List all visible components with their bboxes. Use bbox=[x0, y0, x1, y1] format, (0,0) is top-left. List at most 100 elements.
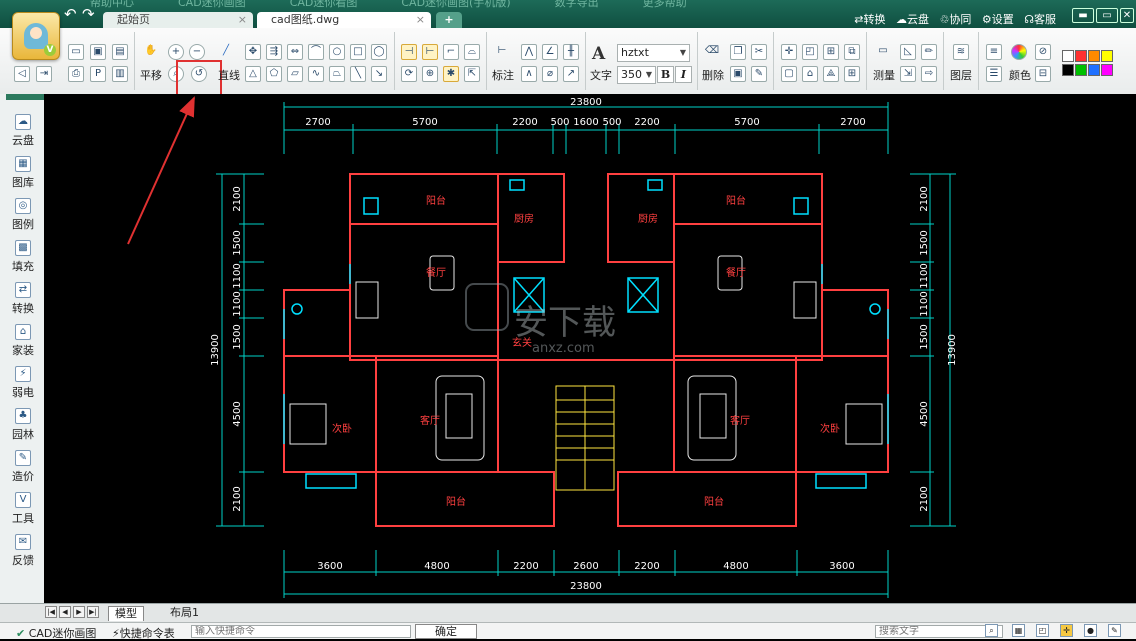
font-size-select[interactable]: 350 ▼ bbox=[617, 66, 656, 84]
mirror-array-icon[interactable]: ⟁ bbox=[823, 66, 839, 82]
sidebar-item-cloud[interactable]: ☁ 云盘 bbox=[5, 114, 41, 148]
sidebar-item-garden[interactable]: ♣ 园林 bbox=[5, 408, 41, 442]
color-swatch-white[interactable] bbox=[1062, 50, 1074, 62]
minimize-button[interactable]: ▬ bbox=[1072, 8, 1094, 23]
match-prop-icon[interactable]: ✎ bbox=[751, 66, 767, 82]
prev-page-icon[interactable]: ◀ bbox=[59, 606, 71, 618]
save-icon[interactable]: ▣ bbox=[90, 44, 106, 60]
zoom-in-icon[interactable]: + bbox=[168, 44, 184, 60]
sidebar-item-gallery[interactable]: ▦ 图库 bbox=[5, 156, 41, 190]
pen-settings-icon[interactable]: ✎ bbox=[1108, 624, 1121, 637]
color-swatch-red[interactable] bbox=[1075, 50, 1087, 62]
print-icon[interactable]: ⎙ bbox=[68, 66, 84, 82]
properties-icon[interactable]: ⊟ bbox=[1035, 66, 1051, 82]
dimension-icon[interactable]: ⊢ bbox=[494, 44, 510, 60]
stretch-icon[interactable]: ⇱ bbox=[464, 66, 480, 82]
cloud-link[interactable]: ☁云盘 bbox=[896, 13, 929, 26]
color-swatch-magenta[interactable] bbox=[1101, 64, 1113, 76]
text-tool-icon[interactable]: A bbox=[592, 44, 605, 64]
close-window-button[interactable]: ✕ bbox=[1120, 8, 1134, 23]
measure-label[interactable]: 测量 bbox=[873, 67, 895, 83]
last-page-icon[interactable]: ▶| bbox=[87, 606, 99, 618]
ruler-icon[interactable]: ▭ bbox=[875, 44, 891, 60]
region-icon[interactable]: ▢ bbox=[781, 66, 797, 82]
sidebar-item-feedback[interactable]: ✉ 反馈 bbox=[5, 534, 41, 568]
command-input[interactable] bbox=[191, 625, 411, 638]
pencil-icon[interactable]: ✏ bbox=[921, 44, 937, 60]
sidebar-item-convert[interactable]: ⇄ 转换 bbox=[5, 282, 41, 316]
open-icon[interactable]: ▭ bbox=[68, 44, 84, 60]
pdf-icon[interactable]: P bbox=[90, 66, 106, 82]
export-arrow-icon[interactable]: ⇨ bbox=[921, 66, 937, 82]
color-swatch-yellow[interactable] bbox=[1101, 50, 1113, 62]
sidebar-item-legend[interactable]: ◎ 图例 bbox=[5, 198, 41, 232]
color-swatch-orange[interactable] bbox=[1088, 50, 1100, 62]
arc-icon[interactable]: ⌒ bbox=[308, 44, 324, 60]
tab-active-document[interactable]: cad图纸.dwg × bbox=[257, 12, 431, 28]
leader-icon[interactable]: ↗ bbox=[563, 66, 579, 82]
layer-label[interactable]: 图层 bbox=[950, 67, 972, 83]
block-icon[interactable]: ◰ bbox=[802, 44, 818, 60]
shortcut-table-link[interactable]: ⚡快捷命令表 bbox=[112, 625, 175, 641]
dimension-label[interactable]: 标注 bbox=[492, 67, 514, 83]
sidebar-item-weak-current[interactable]: ⚡ 弱电 bbox=[5, 366, 41, 400]
dim-angle-icon[interactable]: ∠ bbox=[542, 44, 558, 60]
cut-icon[interactable]: ✂ bbox=[751, 44, 767, 60]
eraser-icon[interactable]: ⌫ bbox=[704, 44, 720, 60]
color-label[interactable]: 颜色 bbox=[1009, 67, 1031, 83]
crosshair-icon[interactable]: ✛ bbox=[1060, 624, 1073, 637]
zoom-out-icon[interactable]: − bbox=[189, 44, 205, 60]
arrow-line-icon[interactable]: ↘ bbox=[371, 66, 387, 82]
color-swatch-black[interactable] bbox=[1062, 64, 1074, 76]
linetype-icon[interactable]: ⊘ bbox=[1035, 44, 1051, 60]
dim-continuous-icon[interactable]: ╫ bbox=[563, 44, 579, 60]
rotate-icon[interactable]: ⟳ bbox=[401, 66, 417, 82]
app-name-label[interactable]: ✔ CAD迷你画图 bbox=[16, 625, 96, 641]
trim-icon[interactable]: ⊣ bbox=[401, 44, 417, 60]
pentagon-icon[interactable]: ⬠ bbox=[266, 66, 282, 82]
line-label[interactable]: 直线 bbox=[218, 67, 240, 83]
maximize-button[interactable]: ▭ bbox=[1096, 8, 1118, 23]
dim-aligned-icon[interactable]: ⋀ bbox=[521, 44, 537, 60]
fillet-icon[interactable]: ⌐ bbox=[443, 44, 459, 60]
tab-model[interactable]: 模型 bbox=[108, 606, 144, 621]
image-export-icon[interactable]: ▥ bbox=[112, 66, 128, 82]
search-text-input[interactable] bbox=[875, 625, 1003, 638]
bold-button[interactable]: B bbox=[657, 66, 674, 83]
dim-radius-icon[interactable]: ∧ bbox=[521, 66, 537, 82]
app-logo[interactable]: V bbox=[12, 12, 60, 60]
tab-start-page[interactable]: 起始页 × bbox=[103, 12, 253, 28]
mirror-icon[interactable]: ⇔ bbox=[287, 44, 303, 60]
group-icon[interactable]: ⧉ bbox=[844, 44, 860, 60]
import-icon[interactable]: ⇲ bbox=[900, 66, 916, 82]
color-wheel-icon[interactable] bbox=[1011, 44, 1027, 60]
sidebar-item-cost[interactable]: ✎ 造价 bbox=[5, 450, 41, 484]
explode-icon[interactable]: ✱ bbox=[443, 66, 459, 82]
new-tab-button[interactable]: + bbox=[436, 12, 462, 28]
array-icon[interactable]: ⊞ bbox=[844, 66, 860, 82]
pan-label[interactable]: 平移 bbox=[140, 67, 162, 83]
color-ball-icon[interactable]: ● bbox=[1084, 624, 1097, 637]
layers-icon[interactable]: ≋ bbox=[953, 44, 969, 60]
linetype-list-icon[interactable]: ☰ bbox=[986, 66, 1002, 82]
redo-icon[interactable]: ↷ bbox=[82, 6, 95, 22]
support-link[interactable]: ☊客服 bbox=[1024, 13, 1056, 26]
insert-block-icon[interactable]: ⊞ bbox=[823, 44, 839, 60]
close-icon[interactable]: × bbox=[416, 12, 425, 28]
undo-icon[interactable]: ↶ bbox=[64, 6, 77, 22]
offset-icon[interactable]: ⌓ bbox=[464, 44, 480, 60]
collaborate-link[interactable]: ♲协同 bbox=[939, 13, 971, 26]
spline-icon[interactable]: ∿ bbox=[308, 66, 324, 82]
extend-icon[interactable]: ⊢ bbox=[422, 44, 438, 60]
line-weight-icon[interactable]: ≡ bbox=[986, 44, 1002, 60]
ellipse-icon[interactable]: ◯ bbox=[371, 44, 387, 60]
text-label[interactable]: 文字 bbox=[590, 67, 612, 83]
triangle-icon[interactable]: △ bbox=[245, 66, 261, 82]
parallelogram-icon[interactable]: ▱ bbox=[287, 66, 303, 82]
close-icon[interactable]: × bbox=[238, 12, 247, 28]
first-page-icon[interactable]: |◀ bbox=[45, 606, 57, 618]
rectangle-icon[interactable]: □ bbox=[350, 44, 366, 60]
dim-diameter-icon[interactable]: ⌀ bbox=[542, 66, 558, 82]
color-swatch-green[interactable] bbox=[1075, 64, 1087, 76]
settings-link[interactable]: ⚙设置 bbox=[982, 13, 1014, 26]
